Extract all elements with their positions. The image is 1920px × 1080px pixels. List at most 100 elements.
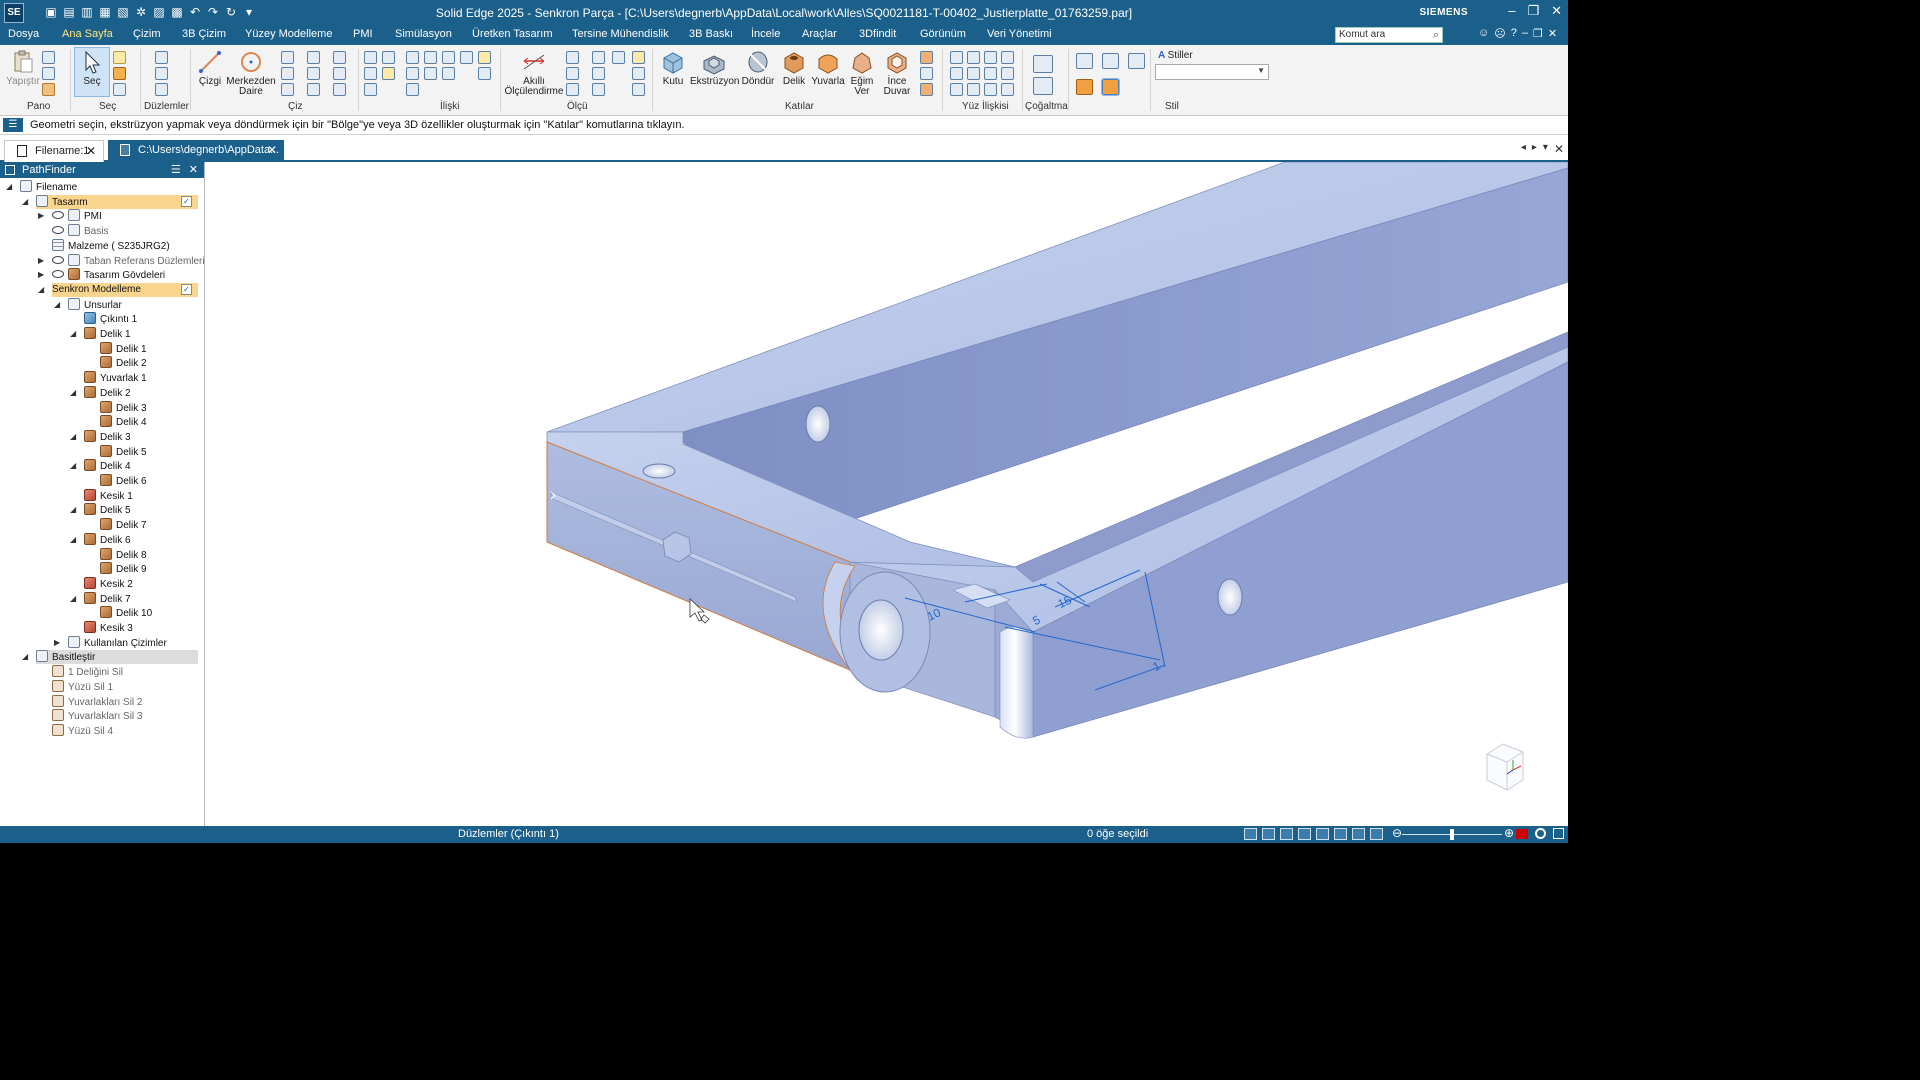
tab-3dfindit[interactable]: 3Dfindit (859, 28, 896, 40)
zoom-slider-thumb[interactable] (1450, 829, 1454, 840)
tree-item[interactable]: Kesik 3 (84, 621, 133, 635)
tree-expander-icon[interactable]: ◢ (70, 533, 76, 547)
tree-item[interactable]: Kesik 1 (84, 488, 133, 503)
tree-item[interactable]: Delik 2 (84, 385, 131, 400)
coordinate-dimension-icon[interactable] (566, 83, 579, 96)
doc-restore-icon[interactable]: ❐ (1533, 27, 1543, 40)
tree-item[interactable]: Tasarım Gövdeleri (52, 268, 165, 282)
curve-icon[interactable] (307, 51, 320, 64)
face-lock-icon[interactable] (1001, 83, 1014, 96)
top-hole-left[interactable] (642, 463, 676, 479)
shaded-icon[interactable] (1076, 79, 1093, 95)
relate-fix-icon[interactable] (442, 51, 455, 64)
angle-dimension-icon[interactable] (566, 67, 579, 80)
tree-item[interactable]: Yuvarlakları Sil 2 (52, 694, 142, 709)
visibility-eye-icon[interactable] (52, 270, 64, 279)
rectangle-icon[interactable] (281, 51, 294, 64)
relate-horizontal-icon[interactable] (364, 67, 377, 80)
solids-extra-1-icon[interactable] (920, 51, 933, 64)
styles-label[interactable]: A Stiller (1158, 50, 1193, 61)
tree-item[interactable]: Yüzü Sil 1 (52, 679, 113, 694)
tree-item[interactable]: Delik 5 (84, 503, 131, 517)
info-icon[interactable] (1553, 828, 1564, 839)
part-model[interactable]: 15 5 10 1 (205, 162, 1568, 826)
visibility-eye-icon[interactable] (52, 226, 64, 235)
pathfinder-options-icon[interactable]: ☰ (171, 163, 181, 176)
tab-pmi[interactable]: PMI (353, 28, 373, 40)
thin-wall-button[interactable]: İnce Duvar (878, 49, 916, 97)
tab-3b-cizim[interactable]: 3B Çizim (182, 28, 226, 40)
tree-item[interactable]: Tasarım ✓ (36, 194, 198, 209)
tree-item[interactable]: Basitleştir (36, 650, 198, 665)
tree-item[interactable]: Delik 1 (100, 341, 147, 356)
chamfer-dimension-icon[interactable] (592, 67, 605, 80)
relate-auto-icon[interactable] (382, 67, 395, 80)
tab-active-document[interactable]: C:\Users\degnerb\AppData... ✕ (108, 140, 284, 162)
tree-item[interactable]: Delik 5 (100, 444, 147, 459)
tree-expander-icon[interactable]: ◢ (22, 650, 28, 664)
relate-parallel-icon[interactable] (406, 83, 419, 96)
sketch-view-icon[interactable] (1352, 828, 1365, 840)
tree-expander-icon[interactable]: ▶ (38, 254, 44, 268)
close-tab-icon[interactable]: ✕ (86, 144, 96, 158)
tab-veri-yonetimi[interactable]: Veri Yönetimi (987, 28, 1052, 40)
tab-dosya[interactable]: Dosya (8, 28, 39, 40)
visibility-eye-icon[interactable] (52, 255, 64, 264)
tab-tersine-muhendislik[interactable]: Tersine Mühendislik (572, 28, 669, 40)
pan-icon[interactable] (1298, 828, 1311, 840)
relate-rigid-icon[interactable] (460, 51, 473, 64)
tree-item[interactable]: Delik 4 (100, 415, 147, 429)
zoom-out-icon[interactable]: ⊖ (1392, 826, 1402, 840)
tree-expander-icon[interactable]: ▶ (54, 636, 60, 650)
cylindrical-corner-face[interactable] (999, 626, 1034, 739)
minimize-icon[interactable]: – (1508, 3, 1515, 19)
face-coplanar-icon[interactable] (950, 51, 963, 64)
face-rigid-icon[interactable] (950, 83, 963, 96)
face-align-icon[interactable] (1001, 67, 1014, 80)
select-tool[interactable]: Seç (76, 49, 108, 87)
tree-item[interactable]: Filename (20, 180, 77, 194)
tree-item[interactable]: 1 Deliğini Sil (52, 665, 123, 679)
tree-item[interactable]: Delik 8 (100, 547, 147, 562)
move-icon[interactable] (333, 67, 346, 80)
tree-expander-icon[interactable]: ◢ (70, 430, 76, 444)
tree-checkbox-icon[interactable]: ✓ (181, 195, 192, 207)
relate-lock-icon[interactable] (424, 51, 437, 64)
tree-item[interactable]: Delik 4 (84, 459, 131, 473)
select-mode-icon[interactable] (113, 67, 126, 80)
dimension-between-icon[interactable] (566, 51, 579, 64)
tree-expander-icon[interactable]: ◢ (70, 327, 76, 341)
select-box-icon[interactable] (113, 83, 126, 96)
command-search-input[interactable]: Komut ara ⌕ (1335, 27, 1443, 43)
extrude-button[interactable]: Ekstrüzyon (690, 49, 739, 87)
tab-next-icon[interactable]: ▸ (1532, 142, 1537, 156)
dimension-extra-icon[interactable] (612, 51, 625, 64)
graphics-viewport[interactable]: 15 5 10 1 (205, 162, 1568, 826)
tree-expander-icon[interactable]: ◢ (54, 298, 60, 312)
record-icon[interactable] (1535, 828, 1546, 839)
tab-filename[interactable]: Filename:1 ✕ (4, 140, 104, 162)
top-hole-back[interactable] (805, 405, 831, 443)
style-dropdown[interactable]: ▼ (1155, 64, 1269, 80)
solids-extra-2-icon[interactable] (920, 67, 933, 80)
text-a-small-icon[interactable] (632, 83, 645, 96)
plane-parallel-icon[interactable] (155, 67, 168, 80)
tab-yuzey-modelleme[interactable]: Yüzey Modelleme (245, 28, 332, 40)
doc-close-icon[interactable]: ✕ (1548, 27, 1557, 40)
tree-item[interactable]: Delik 3 (84, 429, 131, 444)
close-icon[interactable]: ✕ (1551, 3, 1562, 19)
tab-araclar[interactable]: Araçlar (802, 28, 837, 40)
revolve-button[interactable]: Döndür (738, 49, 778, 87)
view-iso-icon[interactable] (1076, 53, 1093, 69)
tree-item[interactable]: Delik 1 (84, 327, 131, 341)
tab-ana-sayfa[interactable]: Ana Sayfa (62, 28, 113, 40)
view-cube-icon[interactable] (1486, 743, 1524, 791)
solids-extra-3-icon[interactable] (920, 83, 933, 96)
relate-perp-icon[interactable] (406, 51, 419, 64)
face-offset-icon[interactable] (950, 67, 963, 80)
frown-feedback-icon[interactable]: ☹ (1494, 27, 1505, 40)
relate-tangent-icon[interactable] (364, 83, 377, 96)
tree-item[interactable]: Delik 10 (100, 606, 152, 620)
tree-expander-icon[interactable]: ◢ (38, 283, 44, 297)
face-tangent-icon[interactable] (1001, 51, 1014, 64)
